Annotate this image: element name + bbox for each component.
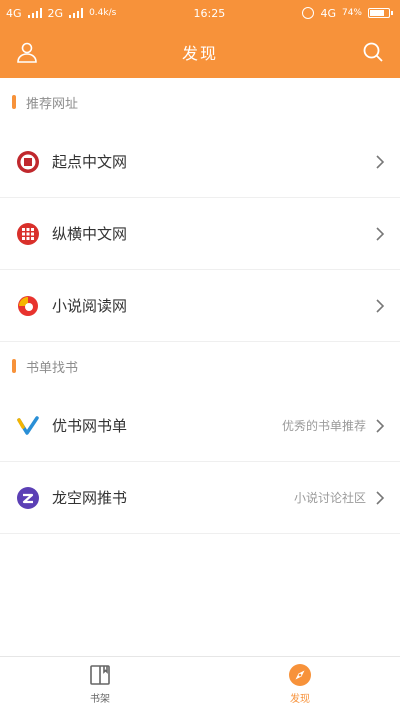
signal-icon <box>27 8 42 18</box>
tab-label: 发现 <box>290 694 310 705</box>
tab-discover[interactable]: 发现 <box>200 657 400 711</box>
list-item-youshu[interactable]: 优书网书单 优秀的书单推荐 <box>0 390 400 462</box>
battery-icon <box>368 8 393 18</box>
list-item-desc: 优秀的书单推荐 <box>281 419 366 433</box>
list-item-name: 纵横中文网 <box>52 225 128 243</box>
bookshelf-icon <box>90 665 110 685</box>
network-speed: 0.4k/s <box>89 8 117 18</box>
section-accent-bar <box>12 359 16 373</box>
chevron-right-icon <box>376 490 385 505</box>
list-item-longkong[interactable]: 龙空网推书 小说讨论社区 <box>0 462 400 534</box>
search-icon[interactable] <box>360 39 386 65</box>
status-left: 4G 2G 0.4k/s <box>6 7 116 20</box>
xiaoshuo-logo-icon <box>16 294 40 318</box>
list-item-xiaoshuo[interactable]: 小说阅读网 <box>0 270 400 342</box>
section-title-label: 推荐网址 <box>26 96 79 112</box>
status-bar: 4G 2G 0.4k/s 16:25 4G 74% <box>0 0 400 26</box>
section-title-label: 书单找书 <box>26 360 79 376</box>
list-item-name: 起点中文网 <box>52 153 128 171</box>
chevron-right-icon <box>376 298 385 313</box>
list-item-name: 优书网书单 <box>52 417 128 435</box>
page-title: 发现 <box>181 44 218 63</box>
signal-icon <box>69 8 84 18</box>
zongheng-logo-icon <box>16 222 40 246</box>
status-time: 16:25 <box>193 6 226 20</box>
section-booklists: 书单找书 优书网书单 优秀的书单推荐 龙空网推书 小说讨论社区 <box>0 342 400 534</box>
alarm-icon <box>302 7 315 19</box>
section-accent-bar <box>12 95 16 109</box>
chevron-right-icon <box>376 418 385 433</box>
battery-percent: 74% <box>341 8 362 18</box>
longkong-logo-icon <box>16 486 40 510</box>
bottom-tab-bar: 书架 发现 <box>0 656 400 711</box>
list-item-zongheng[interactable]: 纵横中文网 <box>0 198 400 270</box>
status-right: 4G 74% <box>302 6 393 20</box>
section-title: 推荐网址 <box>0 78 400 126</box>
network-label-3: 4G <box>320 6 336 20</box>
list-item-name: 小说阅读网 <box>52 297 128 315</box>
network-label-1: 4G <box>6 6 22 20</box>
section-title: 书单找书 <box>0 342 400 390</box>
user-icon[interactable] <box>14 39 40 65</box>
youshu-logo-icon <box>16 414 40 438</box>
list-item-desc: 小说讨论社区 <box>293 491 366 505</box>
tab-bookshelf[interactable]: 书架 <box>0 657 200 711</box>
chevron-right-icon <box>376 154 385 169</box>
list-item-qidian[interactable]: 起点中文网 <box>0 126 400 198</box>
tab-label: 书架 <box>90 694 110 705</box>
app-header: 发现 <box>0 26 400 78</box>
compass-icon <box>289 664 311 686</box>
network-label-2: 2G <box>47 6 64 20</box>
list-item-name: 龙空网推书 <box>52 489 128 507</box>
qidian-logo-icon <box>16 150 40 174</box>
top-bar: 4G 2G 0.4k/s 16:25 4G 74% 发现 <box>0 0 400 78</box>
chevron-right-icon <box>376 226 385 241</box>
section-recommended: 推荐网址 起点中文网 纵横中文网 小说阅读网 <box>0 78 400 342</box>
